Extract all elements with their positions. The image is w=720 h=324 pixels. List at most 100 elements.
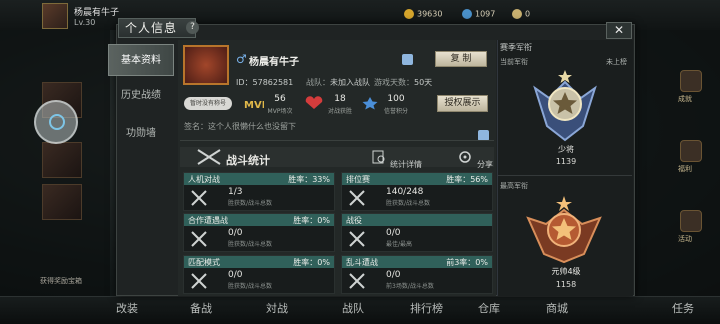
team-info: 战队：未加入战队 — [306, 77, 370, 88]
card-rate: 前3率：0% — [446, 257, 488, 268]
achievement-icon[interactable] — [680, 70, 702, 92]
marshal-badge-icon[interactable] — [522, 194, 606, 264]
help-icon[interactable]: ? — [186, 21, 199, 34]
current-rank-name: 少将 — [558, 145, 574, 154]
crossed-guns-icon — [191, 231, 207, 247]
player-avatar[interactable] — [42, 3, 68, 29]
rate-value: 0% — [317, 258, 330, 267]
rate-value: 0% — [475, 258, 488, 267]
left-note: 获得奖励宝箱 — [40, 277, 82, 285]
card-name: 排位赛 — [346, 175, 370, 184]
card-sublabel: 胜获数/战斗总数 — [228, 200, 273, 207]
profile-name: 杨晨有牛子 — [249, 57, 299, 68]
crossed-guns-icon — [197, 149, 221, 165]
best-rank-points: 1158 — [555, 280, 577, 289]
player-id: ID：57862581 — [236, 78, 294, 87]
nav-shop[interactable]: 商城 — [546, 300, 568, 316]
mvp-value: 56 — [274, 94, 286, 104]
wins-label: 对战获胜 — [327, 108, 352, 115]
crossed-guns-icon — [349, 273, 365, 289]
side-portrait-3[interactable] — [42, 184, 82, 220]
ticket-resource[interactable]: 0 — [512, 9, 530, 19]
authorize-show-button[interactable]: 授权展示 — [437, 95, 488, 112]
nav-warehouse[interactable]: 仓库 — [478, 300, 500, 316]
ticket-value: 0 — [525, 9, 531, 19]
tab-basic-info[interactable]: 基本资料 — [108, 44, 174, 76]
card-rate: 胜率：0% — [293, 257, 330, 268]
credit-value: 100 — [387, 94, 405, 104]
gold-resource[interactable]: 39630 — [404, 9, 442, 19]
card-name: 战役 — [346, 216, 362, 225]
rate-label: 胜率： — [293, 258, 318, 267]
days-label: 游戏天数： — [374, 78, 414, 87]
major-general-badge-icon[interactable] — [527, 68, 603, 142]
wins-value: 18 — [334, 94, 346, 104]
rank-divider — [498, 175, 632, 176]
diamond-resource[interactable]: 1097 — [462, 9, 495, 19]
nav-battle[interactable]: 対战 — [266, 300, 288, 316]
stats-title: 战斗统计 — [226, 154, 270, 167]
mvp-label: MVP场次 — [267, 108, 293, 115]
rate-label: 胜率： — [446, 175, 471, 184]
stats-detail-link[interactable]: 统计详情 — [390, 159, 422, 170]
card-value: 0/0 — [386, 228, 401, 238]
best-rank-label: 最高军衔 — [500, 182, 528, 190]
right-sidebar — [638, 30, 720, 296]
stat-card-coop[interactable]: 合作遭遇战 胜率：0% 0/0 胜获数/战斗总数 — [183, 213, 335, 252]
current-rank-status: 未上榜 — [606, 58, 627, 66]
share-link[interactable]: 分享 — [477, 159, 493, 170]
stat-card-pve[interactable]: 人机对战 胜率：33% 1/3 胜获数/战斗总数 — [183, 172, 335, 211]
profile-portrait[interactable] — [183, 45, 229, 85]
diamond-icon — [462, 9, 472, 19]
card-header: 匹配模式 胜率：0% — [184, 256, 334, 268]
assist-touch-button[interactable] — [34, 100, 78, 144]
stat-card-campaign[interactable]: 战役 0/0 最佳/最高 — [341, 213, 493, 252]
divider — [180, 140, 494, 141]
card-header: 排位赛 胜率：56% — [342, 173, 492, 185]
share-icon — [459, 151, 471, 163]
nav-prepare[interactable]: 备战 — [190, 300, 212, 316]
card-name: 乱斗遭战 — [346, 258, 378, 267]
nav-tasks[interactable]: 任务 — [672, 300, 694, 316]
welfare-icon[interactable] — [680, 140, 702, 162]
card-sublabel: 前3场数/战斗总数 — [386, 283, 434, 290]
card-header: 战役 — [342, 214, 492, 226]
card-header: 乱斗遭战 前3率：0% — [342, 256, 492, 268]
side-portrait-2[interactable] — [42, 142, 82, 178]
days-value: 50天 — [414, 78, 433, 87]
copy-button[interactable]: 复 制 — [435, 51, 487, 67]
card-header: 合作遭遇战 胜率：0% — [184, 214, 334, 226]
card-name: 合作遭遇战 — [188, 216, 228, 225]
card-value: 0/0 — [228, 270, 243, 280]
rate-value: 33% — [312, 175, 330, 184]
card-sublabel: 胜获数/战斗总数 — [386, 200, 431, 207]
gold-coin-icon — [404, 9, 414, 19]
event-icon[interactable] — [680, 210, 702, 232]
rate-label: 胜率： — [288, 175, 313, 184]
crossed-guns-icon — [191, 273, 207, 289]
nav-modify[interactable]: 改装 — [116, 300, 138, 316]
card-header: 人机对战 胜率：33% — [184, 173, 334, 185]
stat-card-match[interactable]: 匹配模式 胜率：0% 0/0 胜获数/战斗总数 — [183, 255, 335, 294]
stat-card-ranked[interactable]: 排位赛 胜率：56% 140/248 胜获数/战斗总数 — [341, 172, 493, 211]
signature: 签名：这个人很懒什么也没留下 — [184, 122, 296, 131]
tab-history[interactable]: 历史战绩 — [108, 80, 174, 112]
card-value: 0/0 — [386, 270, 401, 280]
stat-card-brawl[interactable]: 乱斗遭战 前3率：0% 0/0 前3场数/战斗总数 — [341, 255, 493, 294]
crossed-guns-icon — [191, 190, 207, 206]
card-name: 匹配模式 — [188, 258, 220, 267]
current-rank-label: 当前军衔 — [500, 58, 528, 66]
tab-honor-wall[interactable]: 功勋墙 — [108, 118, 174, 150]
season-rank-title: 赛季军衔 — [500, 43, 532, 52]
nav-team[interactable]: 战队 — [342, 300, 364, 316]
close-button[interactable]: ✕ — [606, 22, 632, 39]
edit-name-icon[interactable] — [402, 54, 413, 65]
topbar-level: Lv.30 — [74, 18, 96, 27]
title-badge[interactable]: 暂时没有称号 — [184, 97, 232, 110]
nav-ranking[interactable]: 排行榜 — [410, 300, 443, 316]
assist-icon — [49, 114, 65, 130]
diamond-value: 1097 — [475, 9, 496, 19]
rate-value: 0% — [317, 216, 330, 225]
modal-title: 个人信息 — [118, 18, 196, 38]
card-sublabel: 胜获数/战斗总数 — [228, 283, 273, 290]
